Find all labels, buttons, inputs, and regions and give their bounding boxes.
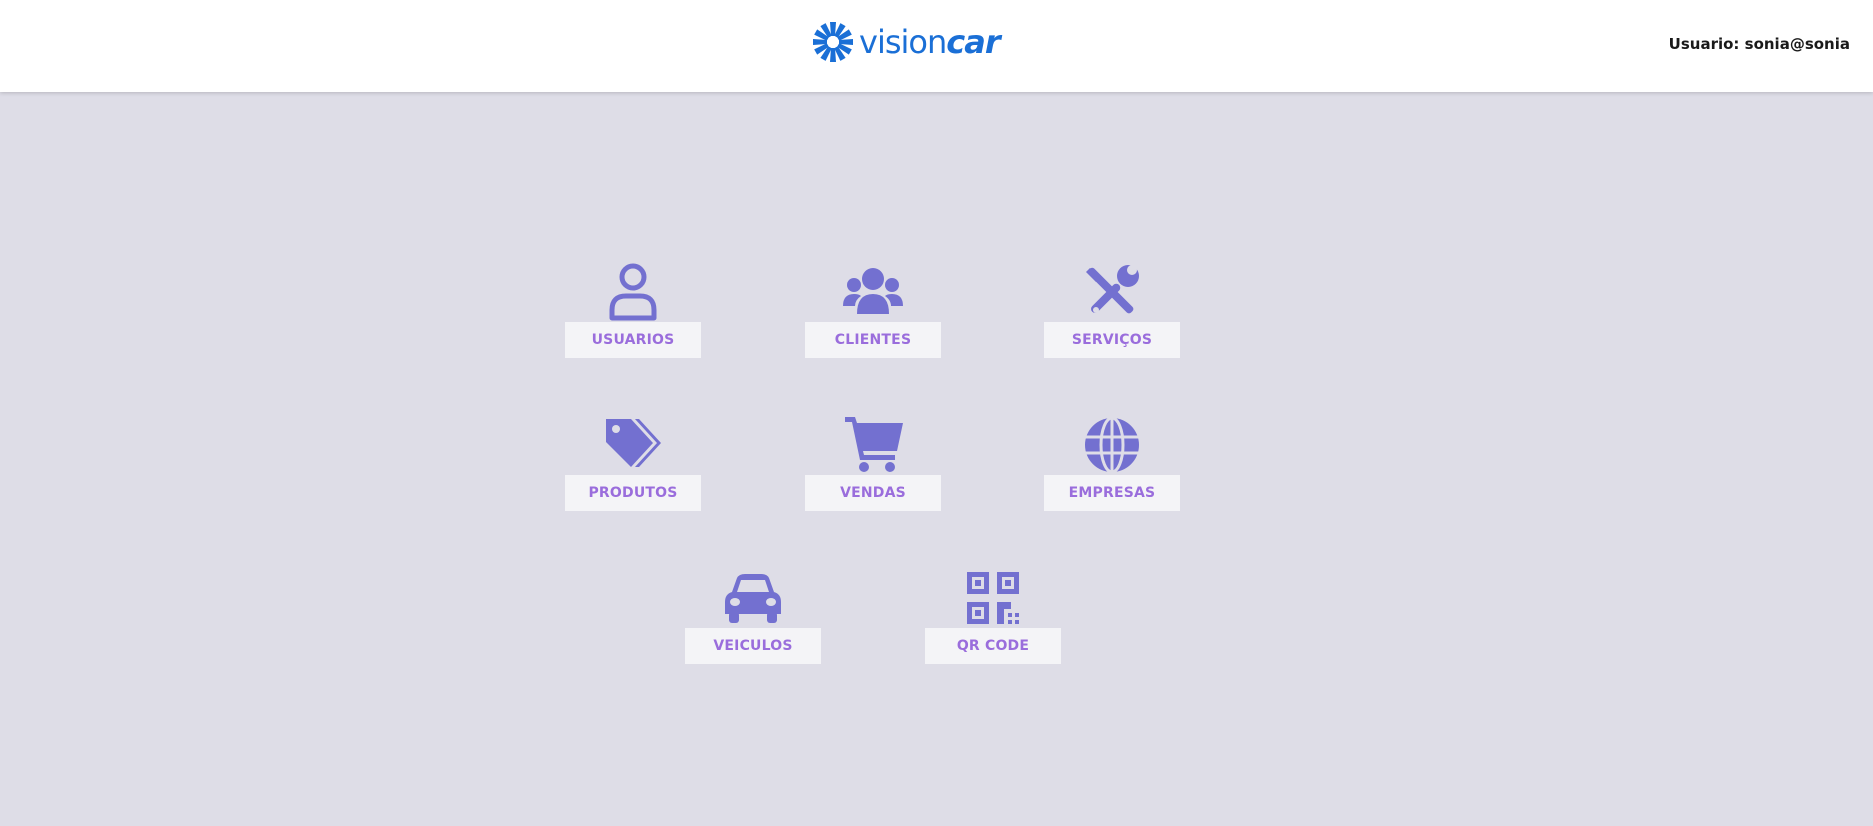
car-icon [723, 568, 783, 628]
user-icon [603, 262, 663, 322]
qrcode-icon [963, 568, 1023, 628]
top-header: visioncar Usuario: sonia@sonia [0, 0, 1873, 92]
menu-label-usuarios: USUARIOS [565, 322, 701, 358]
menu-tile-empresas[interactable]: EMPRESAS [1044, 415, 1180, 525]
menu-label-produtos: PRODUTOS [565, 475, 701, 511]
menu-tile-veiculos[interactable]: VEICULOS [685, 568, 821, 678]
menu-label-veiculos: VEICULOS [685, 628, 821, 664]
logo-star-icon [813, 22, 853, 62]
logo-wordmark: visioncar [859, 23, 1001, 61]
shopping-cart-icon [843, 415, 903, 475]
current-user-label: Usuario: sonia@sonia [1668, 35, 1850, 53]
menu-tile-usuarios[interactable]: USUARIOS [565, 262, 701, 372]
menu-tile-vendas[interactable]: VENDAS [805, 415, 941, 525]
logo-text-car: car [946, 23, 1000, 61]
tools-icon [1082, 262, 1142, 322]
menu-tile-clientes[interactable]: CLIENTES [805, 262, 941, 372]
globe-icon [1082, 415, 1142, 475]
tags-icon [603, 415, 663, 475]
menu-label-servicos: SERVIÇOS [1044, 322, 1180, 358]
menu-label-empresas: EMPRESAS [1044, 475, 1180, 511]
logo-text-vision: vision [859, 23, 947, 61]
visioncar-logo[interactable]: visioncar [811, 20, 1001, 64]
menu-tile-produtos[interactable]: PRODUTOS [565, 415, 701, 525]
menu-tile-servicos[interactable]: SERVIÇOS [1044, 262, 1180, 372]
menu-tile-qrcode[interactable]: QR CODE [925, 568, 1061, 678]
menu-label-qrcode: QR CODE [925, 628, 1061, 664]
users-group-icon [843, 262, 903, 322]
menu-label-vendas: VENDAS [805, 475, 941, 511]
menu-label-clientes: CLIENTES [805, 322, 941, 358]
